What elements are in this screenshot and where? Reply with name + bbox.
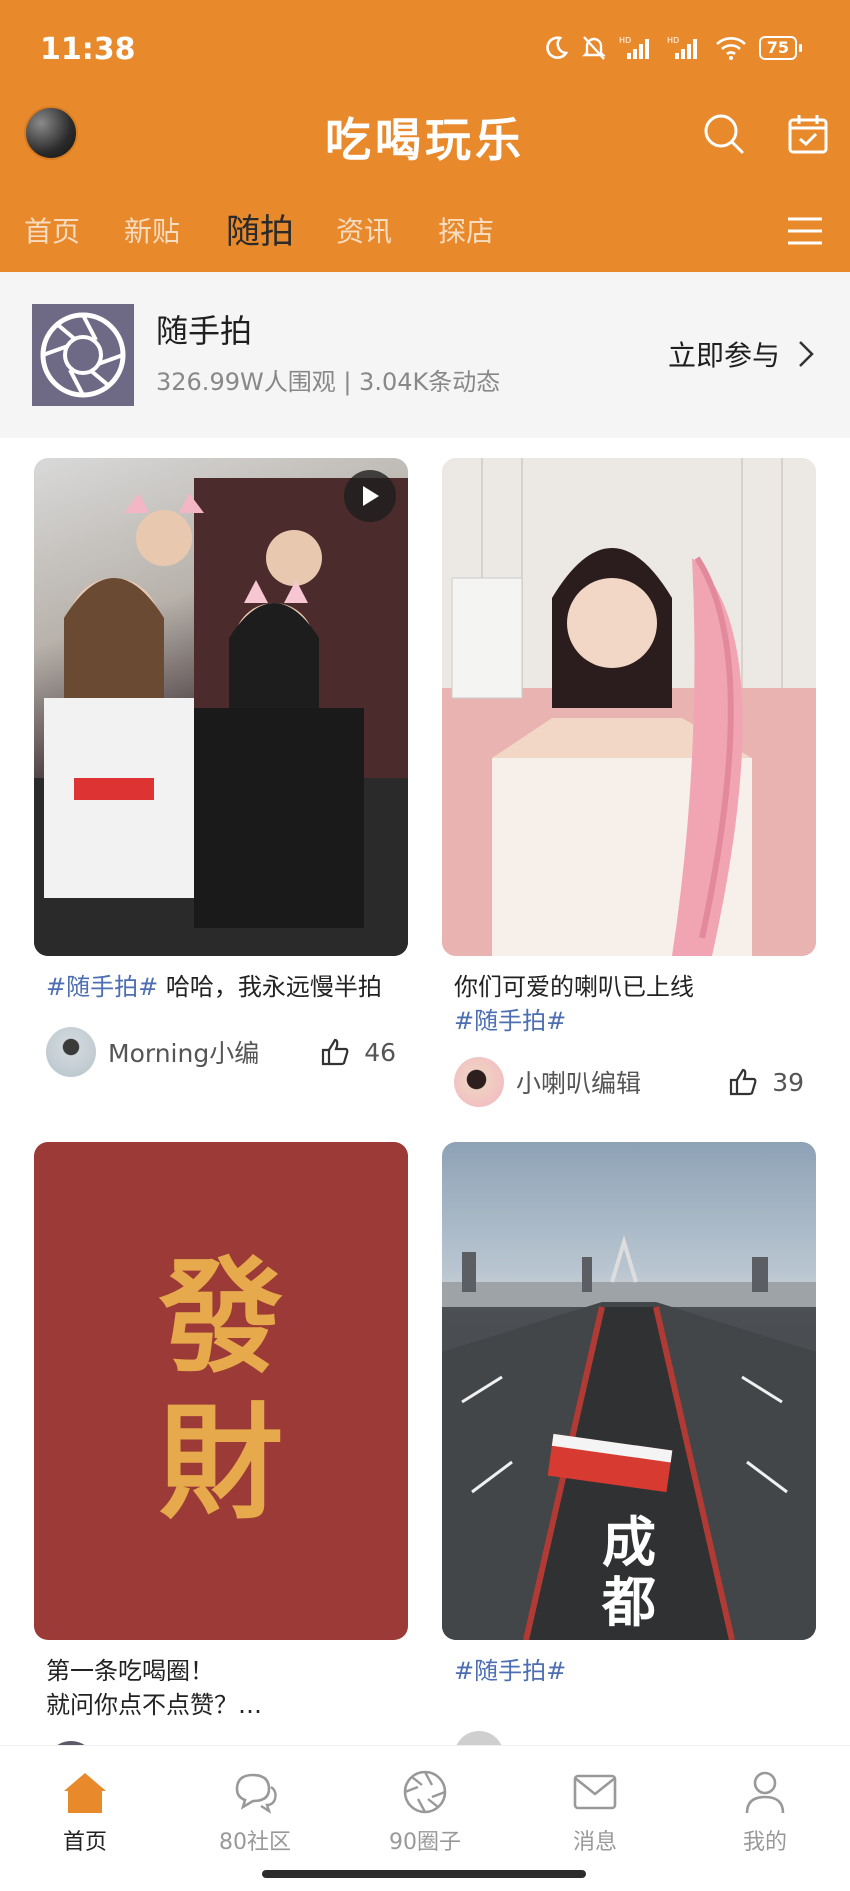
post-text: 第一条吃喝圈！ bbox=[46, 1657, 214, 1685]
play-icon bbox=[363, 486, 379, 506]
post-card[interactable]: 你们可爱的喇叭已上线 #随手拍# 小喇叭编辑 39 bbox=[442, 458, 816, 1108]
post-card[interactable]: 發 財 第一条吃喝圈！ 就问你点不点赞？… bbox=[34, 1142, 408, 1745]
nav-label: 首页 bbox=[62, 1830, 107, 1855]
like-count: 46 bbox=[364, 1037, 396, 1067]
post-image[interactable] bbox=[442, 458, 816, 956]
join-button[interactable]: 立即参与 bbox=[668, 334, 814, 374]
moon-icon bbox=[545, 36, 568, 59]
hd-signal-icon: HD bbox=[619, 36, 649, 59]
search-icon bbox=[704, 114, 744, 154]
chevron-right-icon bbox=[799, 341, 814, 367]
image-text: 財 bbox=[158, 1391, 283, 1536]
post-text: 就问你点不点赞？… bbox=[46, 1691, 262, 1719]
mail-icon bbox=[573, 1774, 617, 1810]
image-text: 成 都 bbox=[602, 1512, 656, 1632]
topic-thumbnail bbox=[32, 304, 134, 406]
image-text-char: 成 bbox=[602, 1510, 656, 1574]
post-image[interactable]: 成 都 bbox=[442, 1142, 816, 1640]
image-text: 發 bbox=[158, 1245, 283, 1390]
nav-label: 80社区 bbox=[219, 1830, 291, 1855]
post-hashtag[interactable]: #随手拍# bbox=[46, 973, 158, 1001]
post-card[interactable]: #随手拍# 哈哈，我永远慢半拍 Morning小编 46 bbox=[34, 458, 408, 1078]
author-avatar[interactable] bbox=[454, 1057, 504, 1107]
nav-90-circle[interactable]: 90圈子 bbox=[360, 1768, 490, 1856]
post-text: 你们可爱的喇叭已上线 bbox=[454, 973, 694, 1001]
post-text: 哈哈，我永远慢半拍 bbox=[158, 973, 382, 1001]
topic-stats: 326.99W人围观 | 3.04K条动态 bbox=[156, 368, 501, 396]
menu-icon bbox=[788, 217, 822, 245]
play-button[interactable] bbox=[344, 470, 396, 522]
battery-icon: 75 bbox=[758, 36, 802, 60]
like-count: 39 bbox=[772, 1067, 804, 1097]
post-meta: Morning小编 46 bbox=[34, 1026, 408, 1078]
photo-thumbnail bbox=[442, 458, 816, 956]
post-hashtag[interactable]: #随手拍# bbox=[454, 1654, 804, 1688]
post-caption: #随手拍# bbox=[442, 1654, 816, 1688]
post-card[interactable]: 成 都 #随手拍# bbox=[442, 1142, 816, 1745]
post-caption: 你们可爱的喇叭已上线 #随手拍# bbox=[442, 970, 816, 1038]
nav-messages[interactable]: 消息 bbox=[530, 1768, 660, 1856]
nav-label: 消息 bbox=[572, 1830, 617, 1855]
post-hashtag[interactable]: #随手拍# bbox=[454, 1004, 804, 1038]
nav-label: 我的 bbox=[742, 1830, 787, 1855]
thumbs-up-icon[interactable] bbox=[320, 1037, 350, 1067]
post-meta: 小喇叭编辑 39 bbox=[442, 1056, 816, 1108]
tab-home[interactable]: 首页 bbox=[24, 210, 80, 250]
post-image[interactable]: 發 財 bbox=[34, 1142, 408, 1640]
tab-store-visits[interactable]: 探店 bbox=[438, 210, 494, 250]
tab-bar: 首页 新贴 随拍 资讯 探店 bbox=[0, 196, 850, 262]
bell-off-icon bbox=[581, 36, 606, 60]
hd-signal-icon: HD bbox=[667, 36, 697, 59]
wifi-icon bbox=[715, 37, 746, 60]
svg-text:HD: HD bbox=[619, 36, 631, 45]
video-thumbnail bbox=[34, 478, 408, 956]
nav-profile[interactable]: 我的 bbox=[700, 1768, 830, 1856]
status-icons: HD HD 75 bbox=[543, 34, 802, 62]
nav-home[interactable]: 首页 bbox=[20, 1768, 150, 1856]
aperture-icon bbox=[40, 312, 126, 398]
battery-level: 75 bbox=[758, 36, 797, 60]
post-image[interactable] bbox=[34, 458, 408, 956]
post-feed: #随手拍# 哈哈，我永远慢半拍 Morning小编 46 你们可爱的喇叭已上线 … bbox=[0, 438, 850, 1745]
nav-80-community[interactable]: 80社区 bbox=[190, 1768, 320, 1856]
chat-bubbles-icon bbox=[235, 1773, 277, 1814]
svg-text:HD: HD bbox=[667, 36, 679, 45]
calendar-icon bbox=[788, 115, 828, 154]
user-icon bbox=[745, 1771, 785, 1814]
status-time: 11:38 bbox=[40, 32, 136, 67]
topic-name: 随手拍 bbox=[156, 312, 253, 350]
home-indicator[interactable] bbox=[262, 1870, 586, 1878]
post-meta bbox=[442, 1730, 816, 1745]
tab-news[interactable]: 资讯 bbox=[336, 210, 392, 250]
status-bar: 11:38 HD HD 75 bbox=[0, 0, 850, 100]
join-label: 立即参与 bbox=[668, 339, 781, 372]
tab-new-posts[interactable]: 新贴 bbox=[124, 210, 180, 250]
thumbs-up-icon[interactable] bbox=[728, 1067, 758, 1097]
author-name[interactable]: Morning小编 bbox=[108, 1034, 320, 1070]
home-icon bbox=[64, 1773, 106, 1813]
author-name[interactable]: 小喇叭编辑 bbox=[516, 1064, 728, 1100]
image-text-char: 都 bbox=[602, 1570, 656, 1634]
search-button[interactable] bbox=[700, 110, 748, 158]
aperture-icon bbox=[403, 1770, 447, 1814]
tab-snapshots[interactable]: 随拍 bbox=[226, 204, 294, 253]
post-caption: 第一条吃喝圈！ 就问你点不点赞？… bbox=[34, 1654, 408, 1722]
menu-button[interactable] bbox=[784, 214, 826, 248]
post-caption: #随手拍# 哈哈，我永远慢半拍 bbox=[34, 970, 408, 1004]
author-avatar[interactable] bbox=[46, 1027, 96, 1077]
topic-card[interactable]: 随手拍 326.99W人围观 | 3.04K条动态 立即参与 bbox=[0, 272, 850, 438]
calendar-button[interactable] bbox=[784, 110, 832, 158]
nav-label: 90圈子 bbox=[389, 1830, 461, 1855]
author-avatar[interactable] bbox=[454, 1731, 504, 1745]
